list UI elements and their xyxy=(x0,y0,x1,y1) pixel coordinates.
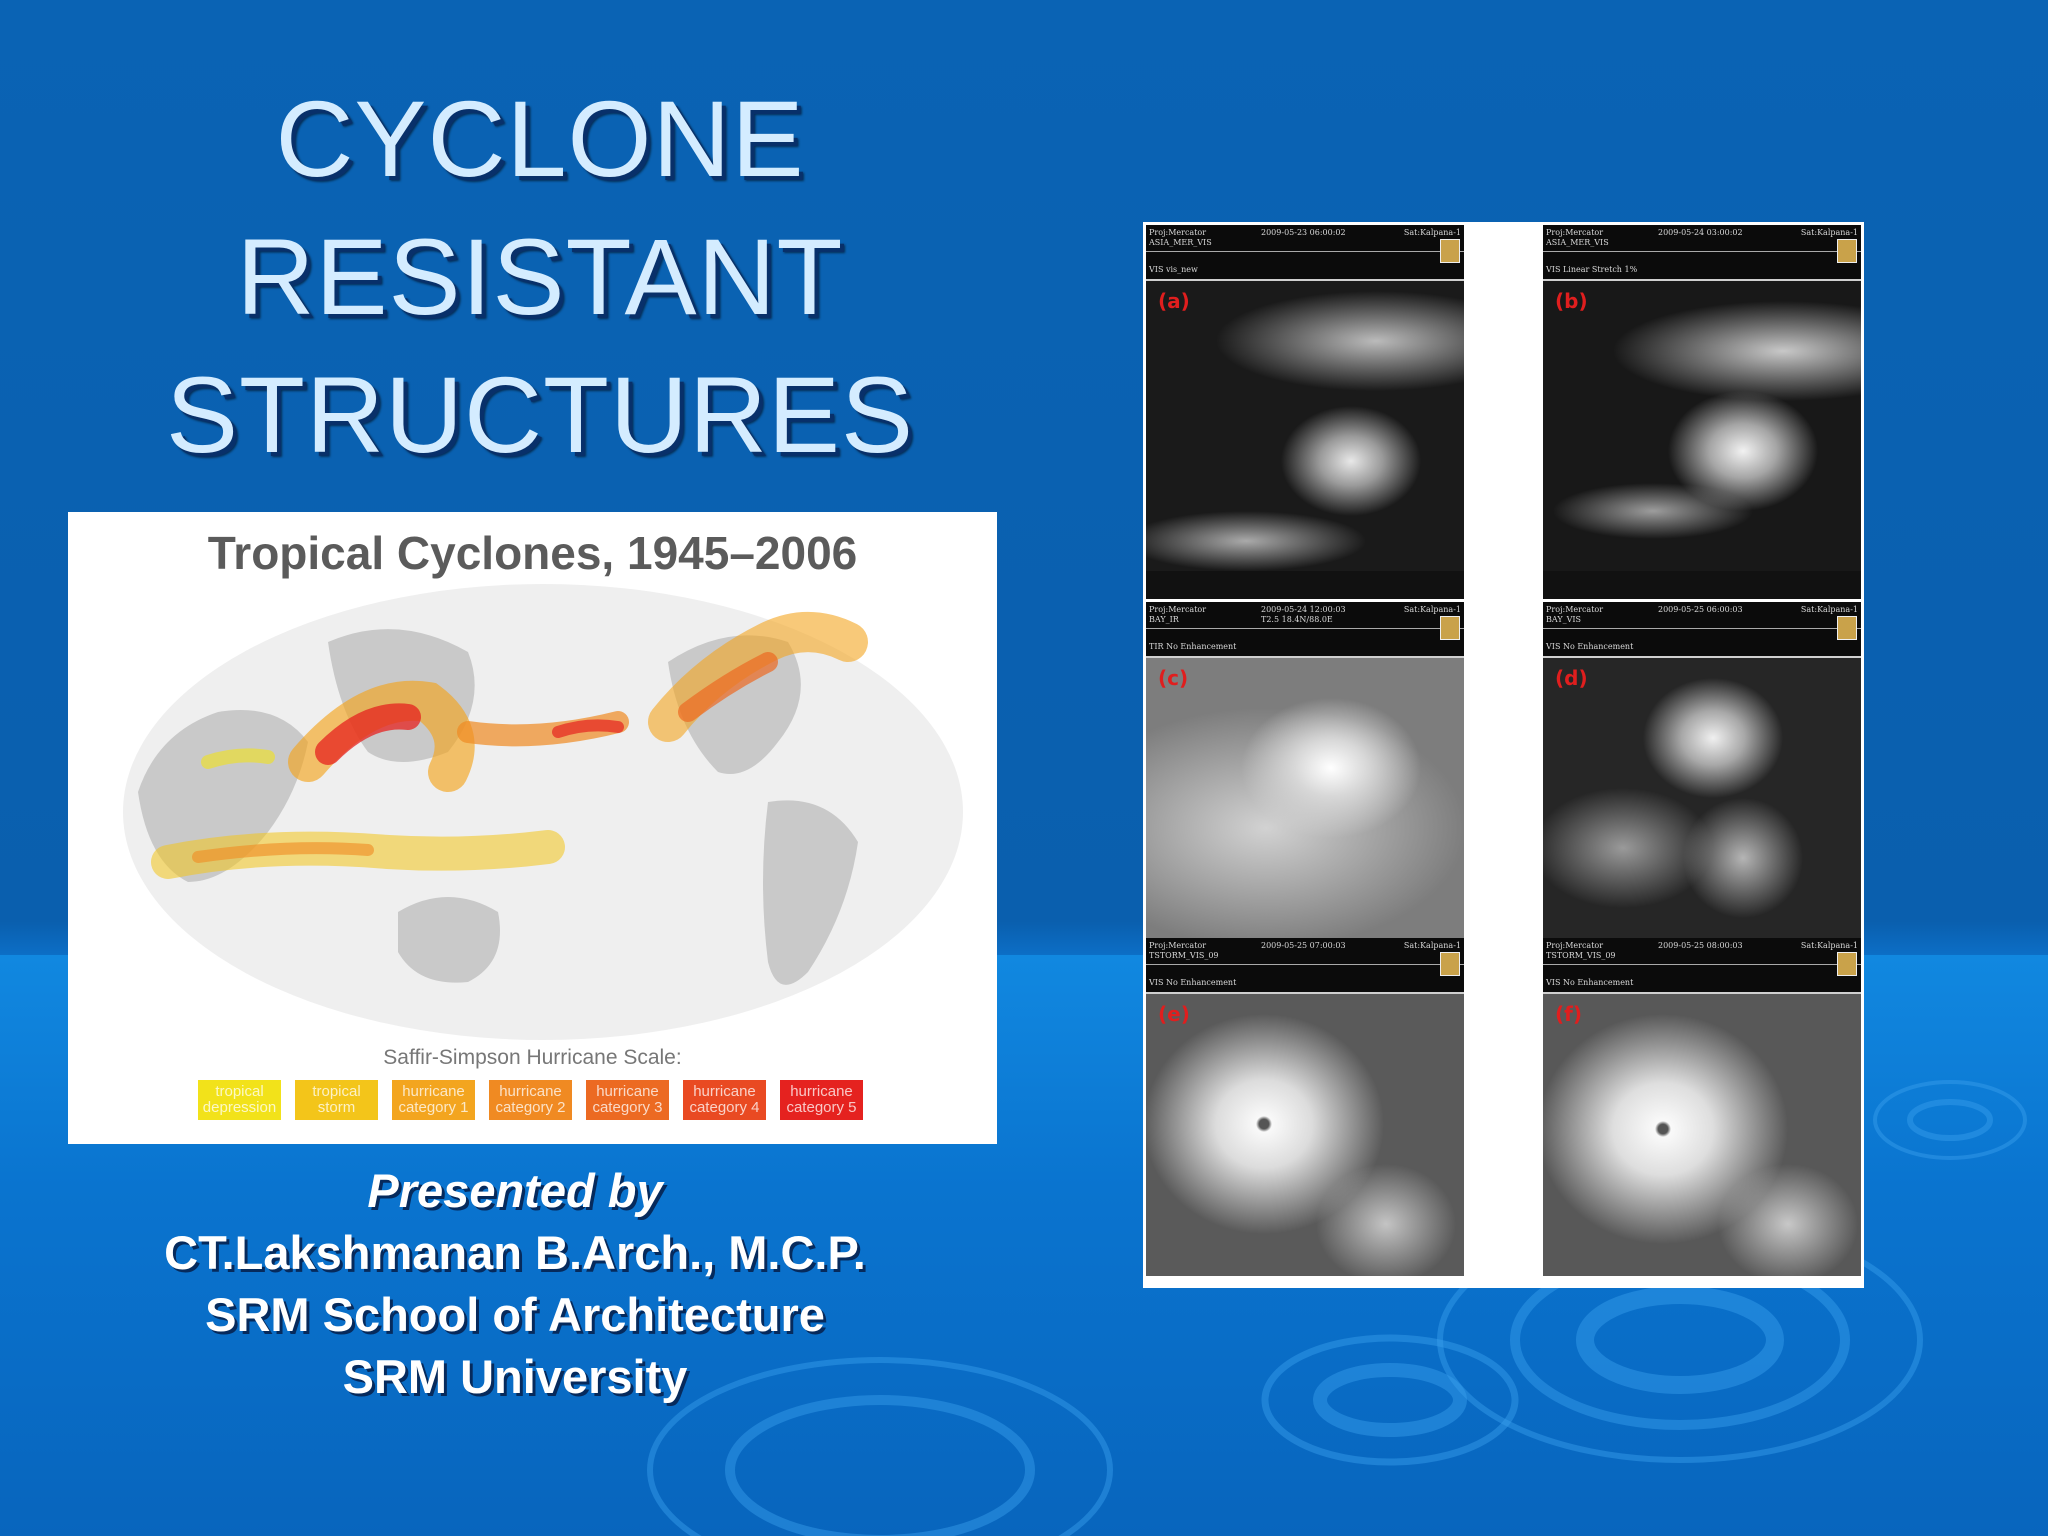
satellite-image: (b) xyxy=(1543,281,1861,571)
panel-label: (b) xyxy=(1555,289,1588,313)
presenter-block: Presented by CT.Lakshmanan B.Arch., M.C.… xyxy=(100,1160,930,1408)
panel-label: (c) xyxy=(1158,666,1189,690)
legend-tropical-depression: tropical depression xyxy=(198,1080,281,1120)
satellite-panel-b: Proj:Mercator ASIA_MER_VIS 2009-05-24 03… xyxy=(1543,225,1861,599)
datetime-text: 2009-05-24 03:00:02 xyxy=(1658,228,1743,237)
presenter-name: CT.Lakshmanan B.Arch., M.C.P. xyxy=(164,1226,866,1279)
enhancement-text: TIR No Enhancement xyxy=(1149,642,1237,651)
panel-label: (e) xyxy=(1158,1002,1190,1026)
presenter-university: SRM University xyxy=(342,1350,688,1403)
enhancement-text: VIS No Enhancement xyxy=(1546,978,1634,987)
satellite-panel-c: Proj:Mercator BAY_IR 2009-05-24 12:00:03… xyxy=(1146,602,1464,940)
satellite-name-text: Sat:Kalpana-1 xyxy=(1800,228,1858,237)
product-text: TSTORM_VIS_09 xyxy=(1546,951,1616,960)
satellite-name-text: Sat:Kalpana-1 xyxy=(1800,941,1858,950)
agency-emblem-icon xyxy=(1440,239,1460,263)
satellite-header: Proj:Mercator BAY_VIS 2009-05-25 06:00:0… xyxy=(1543,602,1861,658)
datetime-text: 2009-05-24 12:00:03 xyxy=(1261,605,1346,614)
saffir-simpson-legend: tropical depression tropical storm hurri… xyxy=(198,1080,863,1120)
projection-text: Proj:Mercator xyxy=(1546,941,1604,950)
agency-emblem-icon xyxy=(1837,616,1857,640)
satellite-name-text: Sat:Kalpana-1 xyxy=(1403,228,1461,237)
panel-label: (d) xyxy=(1555,666,1588,690)
product-text: BAY_IR xyxy=(1149,615,1179,624)
product-text: TSTORM_VIS_09 xyxy=(1149,951,1219,960)
agency-emblem-icon xyxy=(1440,616,1460,640)
projection-text: Proj:Mercator xyxy=(1149,605,1207,614)
agency-emblem-icon xyxy=(1837,239,1857,263)
satellite-panel-e: Proj:Mercator TSTORM_VIS_09 2009-05-25 0… xyxy=(1146,938,1464,1276)
satellite-header: Proj:Mercator TSTORM_VIS_09 2009-05-25 0… xyxy=(1146,938,1464,994)
datetime-text: 2009-05-23 06:00:02 xyxy=(1261,228,1346,237)
presented-by-label: Presented by xyxy=(367,1164,663,1217)
legend-hurricane-category-4: hurricane category 4 xyxy=(683,1080,766,1120)
satellite-image-figure: Proj:Mercator ASIA_MER_VIS 2009-05-23 06… xyxy=(1143,222,1864,1288)
enhancement-text: VIS vis_new xyxy=(1149,265,1198,274)
saffir-simpson-scale-title: Saffir-Simpson Hurricane Scale: xyxy=(383,1046,682,1069)
satellite-panel-d: Proj:Mercator BAY_VIS 2009-05-25 06:00:0… xyxy=(1543,602,1861,940)
tropical-cyclone-map-figure: Tropical Cyclones, 1945–2006 Saffir-Simp… xyxy=(68,512,997,1144)
map-figure-title: Tropical Cyclones, 1945–2006 xyxy=(207,527,858,579)
projection-text: Proj:Mercator xyxy=(1149,228,1207,237)
panel-label: (a) xyxy=(1158,289,1190,313)
legend-hurricane-category-3: hurricane category 3 xyxy=(586,1080,669,1120)
projection-text: Proj:Mercator xyxy=(1149,941,1207,950)
world-cyclone-track-map xyxy=(123,584,963,1040)
enhancement-text: VIS No Enhancement xyxy=(1546,642,1634,651)
satellite-name-text: Sat:Kalpana-1 xyxy=(1403,605,1461,614)
agency-emblem-icon xyxy=(1837,952,1857,976)
legend-hurricane-category-2: hurricane category 2 xyxy=(489,1080,572,1120)
satellite-image: (c) xyxy=(1146,658,1464,940)
satellite-name-text: Sat:Kalpana-1 xyxy=(1800,605,1858,614)
product-text: ASIA_MER_VIS xyxy=(1546,238,1609,247)
title-line-2: RESISTANT xyxy=(236,216,844,337)
storm-position-text: T2.5 18.4N/88.0E xyxy=(1261,615,1333,624)
satellite-panel-a: Proj:Mercator ASIA_MER_VIS 2009-05-23 06… xyxy=(1146,225,1464,599)
satellite-header: Proj:Mercator ASIA_MER_VIS 2009-05-24 03… xyxy=(1543,225,1861,281)
legend-tropical-storm: tropical storm xyxy=(295,1080,378,1120)
satellite-image: (f) xyxy=(1543,994,1861,1276)
slide-title: CYCLONE RESISTANT STRUCTURES xyxy=(100,70,980,484)
datetime-text: 2009-05-25 06:00:03 xyxy=(1658,605,1743,614)
legend-hurricane-category-5: hurricane category 5 xyxy=(780,1080,863,1120)
satellite-image: (e) xyxy=(1146,994,1464,1276)
satellite-image: (d) xyxy=(1543,658,1861,940)
legend-hurricane-category-1: hurricane category 1 xyxy=(392,1080,475,1120)
projection-text: Proj:Mercator xyxy=(1546,605,1604,614)
agency-emblem-icon xyxy=(1440,952,1460,976)
product-text: ASIA_MER_VIS xyxy=(1149,238,1212,247)
satellite-header: Proj:Mercator ASIA_MER_VIS 2009-05-23 06… xyxy=(1146,225,1464,281)
title-line-1: CYCLONE xyxy=(275,78,805,199)
title-line-3: STRUCTURES xyxy=(165,354,915,475)
satellite-image: (a) xyxy=(1146,281,1464,571)
satellite-panel-f: Proj:Mercator TSTORM_VIS_09 2009-05-25 0… xyxy=(1543,938,1861,1276)
product-text: BAY_VIS xyxy=(1546,615,1582,624)
satellite-header: Proj:Mercator BAY_IR 2009-05-24 12:00:03… xyxy=(1146,602,1464,658)
presenter-school: SRM School of Architecture xyxy=(205,1288,825,1341)
panel-label: (f) xyxy=(1555,1002,1582,1026)
enhancement-text: VIS No Enhancement xyxy=(1149,978,1237,987)
datetime-text: 2009-05-25 07:00:03 xyxy=(1261,941,1346,950)
projection-text: Proj:Mercator xyxy=(1546,228,1604,237)
satellite-name-text: Sat:Kalpana-1 xyxy=(1403,941,1461,950)
datetime-text: 2009-05-25 08:00:03 xyxy=(1658,941,1743,950)
satellite-header: Proj:Mercator TSTORM_VIS_09 2009-05-25 0… xyxy=(1543,938,1861,994)
enhancement-text: VIS Linear Stretch 1% xyxy=(1546,265,1638,274)
